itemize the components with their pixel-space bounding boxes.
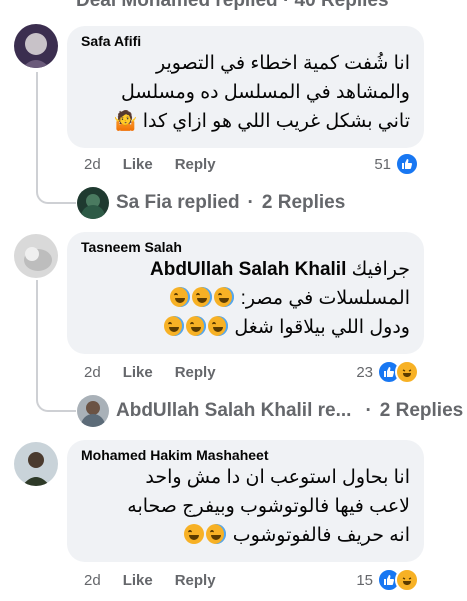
reaction-summary[interactable]: 51 <box>374 152 419 176</box>
comment-text-line: انا بحاول استوعب ان دا مش واحد <box>145 467 410 488</box>
laughing-tears-emoji-icon <box>192 287 213 307</box>
laughing-tears-emoji-icon <box>214 287 235 307</box>
thread-line <box>36 72 38 180</box>
comment-actions: 2d Like Reply <box>84 364 216 381</box>
haha-reaction-icon <box>395 360 419 384</box>
comment-text: المسلسلات في مصر: <box>240 288 410 309</box>
comment-bubble: Tasneem Salah جرافيك AbdUllah Salah Khal… <box>67 232 424 354</box>
comment-text-line: والمشاهد في المسلسل ده ومسلسل <box>121 82 410 103</box>
laughing-tears-emoji-icon <box>186 316 207 336</box>
laughing-tears-emoji-icon <box>164 316 185 336</box>
thread-curve <box>36 388 76 412</box>
view-replies-link[interactable]: Sa Fia replied · 2 Replies <box>116 192 345 214</box>
like-button[interactable]: Like <box>123 364 153 381</box>
laughing-tears-emoji-icon <box>206 524 227 544</box>
reaction-count: 15 <box>356 571 373 589</box>
reaction-summary[interactable]: 23 <box>356 360 419 384</box>
view-replies-link[interactable]: AbdUllah Salah Khalil re... · 2 Replies <box>116 400 463 422</box>
reply-button[interactable]: Reply <box>175 572 216 589</box>
avatar[interactable] <box>77 187 109 219</box>
like-button[interactable]: Like <box>123 572 153 589</box>
comment-text: ودول اللي بيلاقوا شغل <box>234 317 410 338</box>
comment-author[interactable]: Tasneem Salah <box>81 239 410 255</box>
laughing-tears-emoji-icon <box>170 287 191 307</box>
previous-replies-link[interactable]: Deal Mohamed replied · 40 Replies <box>76 0 389 12</box>
avatar[interactable] <box>77 395 109 427</box>
comment-text-line: المسلسلات في مصر: <box>81 284 410 313</box>
like-reaction-icon <box>395 152 419 176</box>
comment-time[interactable]: 2d <box>84 156 101 173</box>
replies-count: 2 Replies <box>261 192 346 213</box>
rolling-laughing-emoji-icon <box>184 524 205 544</box>
separator: · <box>247 192 254 213</box>
reply-button[interactable]: Reply <box>175 364 216 381</box>
comment-bubble: Safa Afifi انا شُفت كمية اخطاء في التصوي… <box>67 26 424 148</box>
comment-author[interactable]: Mohamed Hakim Mashaheet <box>81 447 410 463</box>
comment-author[interactable]: Safa Afifi <box>81 33 410 49</box>
replies-count: 2 Replies <box>379 400 464 421</box>
avatar[interactable] <box>14 442 58 486</box>
reaction-summary[interactable]: 15 <box>356 568 419 592</box>
replies-name: AbdUllah Salah Khalil re... <box>116 400 352 421</box>
comment-text: جرافيك <box>351 259 410 280</box>
reply-button[interactable]: Reply <box>175 156 216 173</box>
replies-name: Sa Fia replied <box>116 192 240 213</box>
reaction-count: 51 <box>374 155 391 173</box>
avatar[interactable] <box>14 234 58 278</box>
separator: · <box>365 400 372 421</box>
thread-curve <box>36 180 76 204</box>
laughing-tears-emoji-icon <box>208 316 229 336</box>
thread-line <box>36 280 38 388</box>
comment-actions: 2d Like Reply <box>84 572 216 589</box>
comment-time[interactable]: 2d <box>84 364 101 381</box>
comment-text-line: تاني بشكل غريب اللي هو ازاي كدا 🤷 <box>113 111 410 132</box>
reaction-count: 23 <box>356 363 373 381</box>
comment-text-line: ودول اللي بيلاقوا شغل <box>81 313 410 342</box>
comment-text-line: جرافيك AbdUllah Salah Khalil <box>81 255 410 284</box>
comment-bubble: Mohamed Hakim Mashaheet انا بحاول استوعب… <box>67 440 424 562</box>
haha-reaction-icon <box>395 568 419 592</box>
comment-text-line: لاعب فيها فالوتوشوب وبيفرج صحابه <box>127 496 410 517</box>
avatar[interactable] <box>14 24 58 68</box>
like-button[interactable]: Like <box>123 156 153 173</box>
comment-actions: 2d Like Reply <box>84 156 216 173</box>
comment-text: انه حريف فالفوتوشوب <box>232 525 410 546</box>
comment-text-line: انه حريف فالفوتوشوب <box>81 521 410 550</box>
comment-text-line: انا شُفت كمية اخطاء في التصوير <box>155 53 410 74</box>
mention-link[interactable]: AbdUllah Salah Khalil <box>150 259 346 280</box>
comment-time[interactable]: 2d <box>84 572 101 589</box>
